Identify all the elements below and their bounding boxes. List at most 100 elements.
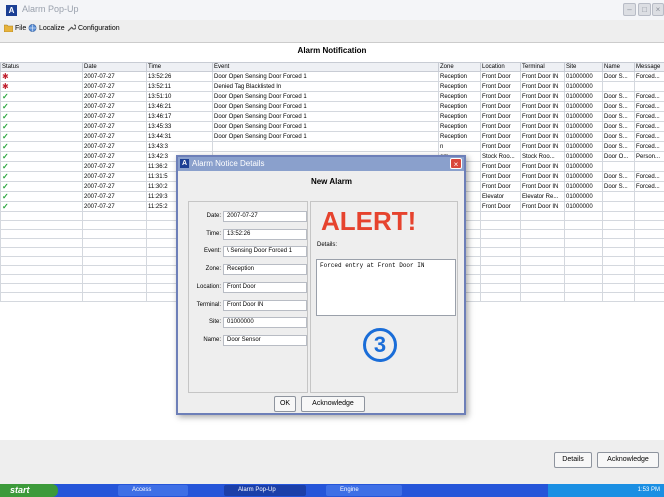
window-title: Alarm Pop-Up [22, 4, 79, 14]
empty-cell [480, 274, 521, 284]
empty-cell [82, 256, 147, 266]
table-row[interactable]: ✱ 2007-07-27 13:52:26 Door Open Sensing Doo… [0, 71, 664, 82]
empty-cell [0, 211, 83, 221]
site-cell: 01000000 [564, 151, 603, 162]
location-cell: Front Door [480, 71, 521, 82]
table-row[interactable]: ✱ 2007-07-27 13:52:11 Denied Tag Blackliste… [0, 81, 664, 92]
column-header[interactable]: Site [564, 62, 603, 72]
wrench-icon [67, 24, 77, 32]
menu-file[interactable]: File [3, 24, 26, 33]
name-cell: Door S... [602, 171, 635, 182]
empty-cell [634, 265, 664, 275]
field-value[interactable]: 13:52:26 [223, 229, 307, 240]
empty-cell [480, 247, 521, 257]
zone-cell: Reception [438, 111, 481, 122]
column-header[interactable]: Message [634, 62, 664, 72]
table-row[interactable]: ✓ 2007-07-27 13:43:3 n Front Door Front Door … [0, 141, 664, 152]
checkmark-icon: ✓ [2, 92, 9, 101]
tray-clock: 1:53 PM [637, 487, 660, 493]
column-header[interactable]: Time [146, 62, 213, 72]
event-cell: Door Open Sensing Door Forced 1 [212, 71, 439, 82]
field-label: Event: [203, 248, 221, 254]
column-header[interactable]: Date [82, 62, 147, 72]
dialog-ok-button[interactable]: OK [274, 396, 296, 412]
dialog-acknowledge-button[interactable]: Acknowledge [301, 396, 365, 412]
terminal-cell: Front Door IN [520, 121, 565, 132]
location-cell: Front Door [480, 121, 521, 132]
table-row[interactable]: ✓ 2007-07-27 13:51:10 Door Open Sensing Doo… [0, 91, 664, 102]
time-cell: 13:44:31 [146, 131, 213, 142]
empty-cell [564, 220, 603, 230]
start-button[interactable]: start [0, 484, 58, 497]
field-row: Terminal: Front Door IN [189, 300, 307, 312]
details-button[interactable]: Details [554, 452, 592, 468]
close-button[interactable]: × [652, 3, 664, 16]
event-cell: Door Open Sensing Door Forced 1 [212, 131, 439, 142]
alarm-notice-dialog: A Alarm Notice Details × New Alarm Date:… [176, 155, 466, 415]
field-value[interactable]: Door Sensor [223, 335, 307, 346]
column-header[interactable]: Event [212, 62, 439, 72]
status-cell: ✓ [0, 141, 83, 152]
status-cell: ✓ [0, 101, 83, 112]
empty-cell [82, 211, 147, 221]
table-row[interactable]: ✓ 2007-07-27 13:45:33 Door Open Sensing Doo… [0, 121, 664, 132]
field-value[interactable]: Front Door IN [223, 300, 307, 311]
status-cell: ✓ [0, 171, 83, 182]
maximize-button[interactable]: □ [638, 3, 651, 16]
column-header[interactable]: Location [480, 62, 521, 72]
time-cell: 13:45:33 [146, 121, 213, 132]
menu-bar: File Localize Configuration [0, 22, 664, 38]
checkmark-icon: ✓ [2, 172, 9, 181]
location-cell: Elevator [480, 191, 521, 202]
menu-localize[interactable]: Localize [28, 24, 65, 32]
location-cell: Front Door [480, 101, 521, 112]
acknowledge-button[interactable]: Acknowledge [597, 452, 659, 468]
column-header[interactable]: Name [602, 62, 635, 72]
empty-cell [564, 229, 603, 239]
name-cell: Door S... [602, 121, 635, 132]
zone-cell: Reception [438, 81, 481, 92]
column-header[interactable]: Zone [438, 62, 481, 72]
message-cell: Forced... [634, 111, 664, 122]
dialog-close-button[interactable]: × [450, 158, 462, 169]
title-bar: A Alarm Pop-Up – □ × [0, 0, 664, 20]
field-value[interactable]: 2007-07-27 [223, 211, 307, 222]
table-row[interactable]: ✓ 2007-07-27 13:46:21 Door Open Sensing Doo… [0, 101, 664, 112]
alarm-icon: ✱ [2, 72, 9, 81]
column-header[interactable]: Terminal [520, 62, 565, 72]
task-access[interactable]: Access [118, 485, 188, 496]
menu-configuration[interactable]: Configuration [67, 24, 120, 32]
status-cell: ✱ [0, 81, 83, 92]
status-cell: ✓ [0, 201, 83, 212]
field-label: Site: [208, 319, 221, 325]
field-value[interactable]: \ Sensing Door Forced 1 [223, 246, 307, 257]
status-cell: ✓ [0, 161, 83, 172]
empty-cell [602, 211, 635, 221]
terminal-cell: Front Door IN [520, 71, 565, 82]
minimize-button[interactable]: – [623, 3, 636, 16]
time-cell: 13:46:17 [146, 111, 213, 122]
empty-cell [602, 265, 635, 275]
status-cell: ✓ [0, 121, 83, 132]
details-textarea[interactable]: Forced entry at Front Door IN [316, 259, 456, 316]
date-cell: 2007-07-27 [82, 81, 147, 92]
task-alarm-popup[interactable]: Alarm Pop-Up [224, 485, 306, 496]
date-cell: 2007-07-27 [82, 101, 147, 112]
field-value[interactable]: 01000000 [223, 317, 307, 328]
table-row[interactable]: ✓ 2007-07-27 13:44:31 Door Open Sensing Doo… [0, 131, 664, 142]
status-cell: ✓ [0, 151, 83, 162]
location-cell: Front Door [480, 201, 521, 212]
name-cell [602, 161, 635, 172]
status-cell: ✱ [0, 71, 83, 82]
bottom-button-bar: Details Acknowledge [0, 452, 664, 472]
empty-cell [564, 211, 603, 221]
terminal-cell: Front Door IN [520, 201, 565, 212]
field-value[interactable]: Front Door [223, 282, 307, 293]
column-header[interactable]: Status [0, 62, 83, 72]
site-cell: 01000000 [564, 141, 603, 152]
empty-cell [602, 229, 635, 239]
task-engine[interactable]: Engine [326, 485, 402, 496]
date-cell: 2007-07-27 [82, 151, 147, 162]
table-row[interactable]: ✓ 2007-07-27 13:46:17 Door Open Sensing Doo… [0, 111, 664, 122]
field-value[interactable]: Reception [223, 264, 307, 275]
